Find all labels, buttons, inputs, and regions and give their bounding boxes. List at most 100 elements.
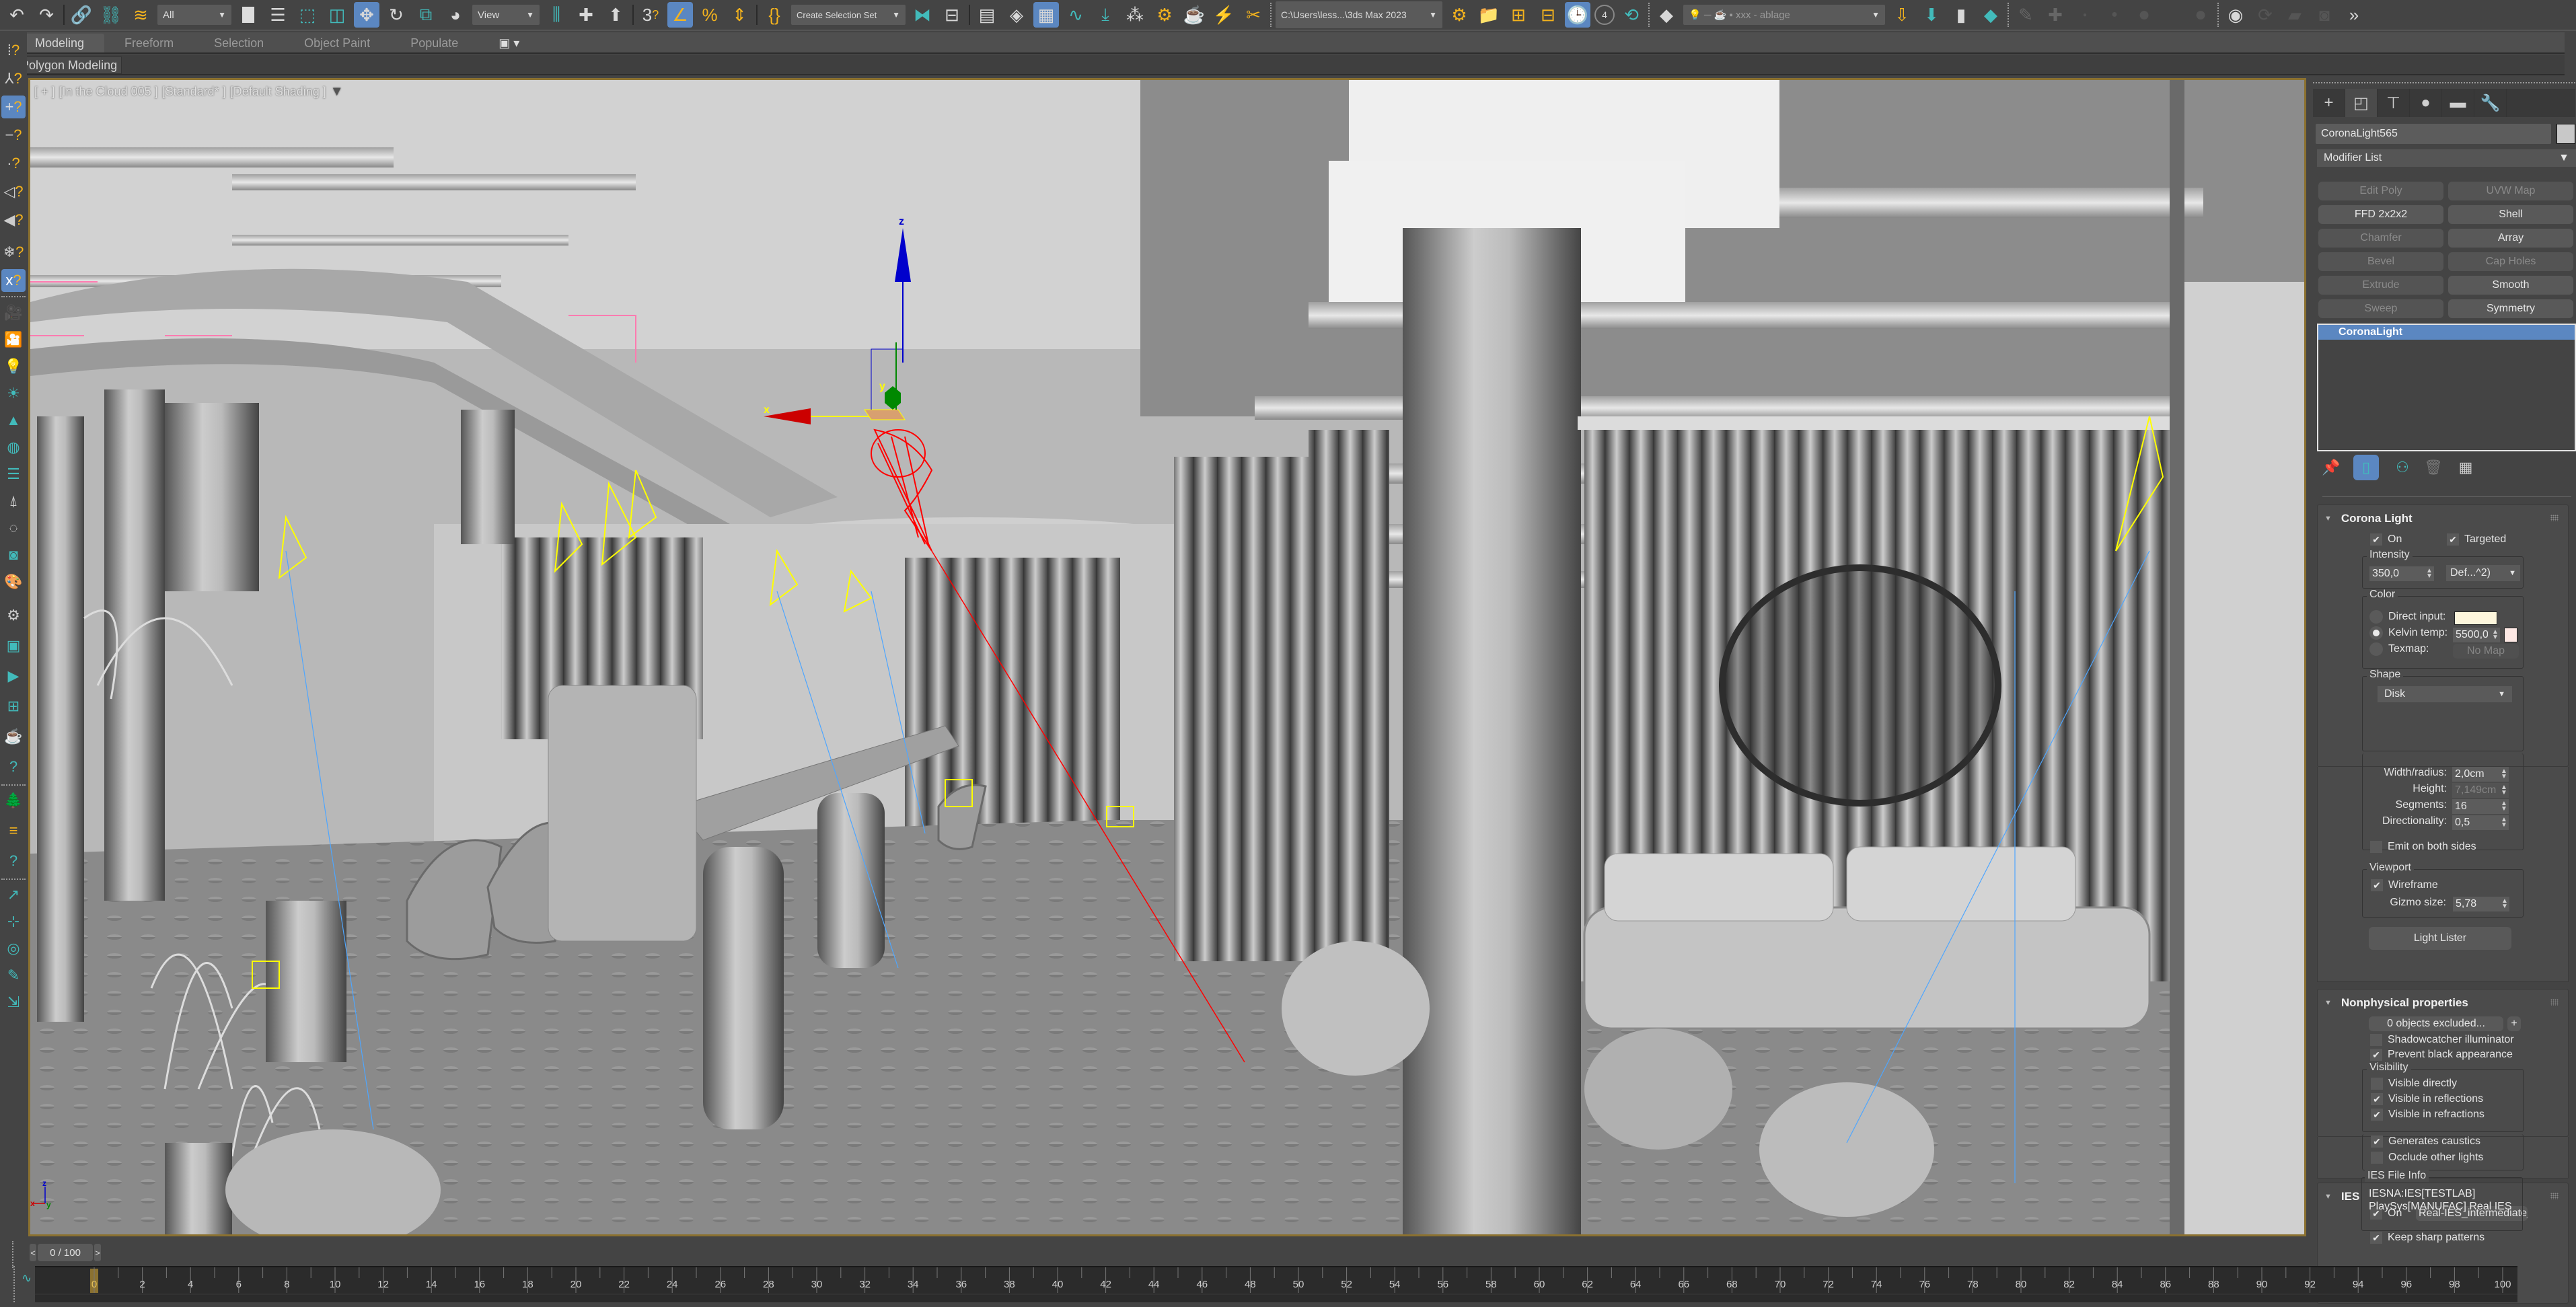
snap-midpoint-icon[interactable]: ·?: [1, 152, 26, 175]
angle-snap-icon[interactable]: ∠: [667, 2, 693, 28]
snaps-toggle-icon[interactable]: 3?: [638, 2, 663, 28]
bevel-button[interactable]: Bevel: [2318, 252, 2443, 271]
prevent-black-checkbox[interactable]: ✔ Prevent black appearance: [2370, 1049, 2513, 1061]
on-checkbox[interactable]: ✔ On: [2370, 533, 2402, 546]
render-production-icon[interactable]: ⚡: [1211, 2, 1237, 28]
instance-icon[interactable]: ◎: [1, 937, 26, 960]
snap-vertex-icon[interactable]: +?: [1, 96, 26, 118]
toggle-ribbon-icon[interactable]: ▦: [1033, 2, 1059, 28]
rollout-grip-icon[interactable]: [2550, 999, 2559, 1006]
rollout-grip-icon[interactable]: [2550, 515, 2559, 521]
configure-modifier-sets-icon[interactable]: ▦: [2453, 455, 2478, 480]
toolbar-overflow-icon[interactable]: »: [2341, 2, 2367, 28]
visible-directly-checkbox[interactable]: Visible directly: [2371, 1078, 2457, 1090]
snap-grid-icon[interactable]: ⁞?: [1, 39, 26, 62]
rendered-frame-window-icon[interactable]: ☕: [1181, 2, 1207, 28]
hierarchy-tab-icon[interactable]: ⊤: [2378, 89, 2410, 117]
ffd-button[interactable]: FFD 2x2x2: [2318, 205, 2443, 224]
select-by-name-icon[interactable]: ☰: [265, 2, 291, 28]
paint-icon[interactable]: ✎: [1, 964, 26, 987]
stack-item-coronalight[interactable]: CoronaLight: [2318, 325, 2575, 340]
visible-refractions-checkbox[interactable]: ✔ Visible in refractions: [2371, 1109, 2485, 1121]
tab-selection[interactable]: Selection: [194, 34, 284, 52]
modify-tab-curve-icon[interactable]: ◰: [2345, 89, 2378, 117]
center-icon[interactable]: ⊹: [1, 910, 26, 933]
slider-drag-handle[interactable]: [12, 1241, 13, 1268]
light-gear-icon[interactable]: ⚙: [1, 604, 26, 627]
project-folder-icon[interactable]: 📁: [1476, 2, 1502, 28]
palette-icon[interactable]: 🎨: [1, 570, 26, 593]
brush-settings-icon[interactable]: ✎: [2013, 2, 2038, 28]
texmap-radio[interactable]: Texmap:: [2369, 642, 2429, 656]
select-layer-objects-icon[interactable]: ⬇: [1919, 2, 1944, 28]
snap-endpoint-icon[interactable]: −?: [1, 124, 26, 147]
sun-icon[interactable]: ☀: [1, 382, 26, 405]
modifier-list-dropdown[interactable]: Modifier List ▼: [2317, 149, 2576, 167]
curve-editor-icon[interactable]: ∿: [1063, 2, 1089, 28]
viewport-shading-menu[interactable]: [Default Shading ]: [230, 85, 326, 99]
toggle-layer-explorer-icon[interactable]: ◈: [1004, 2, 1029, 28]
reference-coord-dropdown[interactable]: View ▼: [472, 5, 540, 25]
directionality-spinner[interactable]: 0,5 ▲ ▼: [2452, 815, 2509, 830]
rollout-header[interactable]: ▼ Corona Light: [2324, 512, 2413, 525]
trackbar[interactable]: 0 2 4 6 8 10 12 14 16 18 20 22 24 26 28 30 32 34 36 38 40 42 4…: [35, 1266, 2517, 1302]
brush-add-icon[interactable]: ✚: [2043, 2, 2068, 28]
utilities-tab-wrench-icon[interactable]: 🔧: [2474, 89, 2507, 117]
redo-icon[interactable]: ↷: [34, 2, 59, 28]
chamfer-button[interactable]: Chamfer: [2318, 229, 2443, 248]
snap-axis-constraint-icon[interactable]: x?: [1, 269, 26, 292]
snap-face-icon[interactable]: ◀?: [1, 209, 26, 231]
spinner-arrows-icon[interactable]: ▲ ▼: [2499, 817, 2509, 829]
percent-snap-icon[interactable]: %: [697, 2, 723, 28]
intensity-spinner[interactable]: 350,0 ▲ ▼: [2369, 566, 2434, 581]
symmetry-button[interactable]: Symmetry: [2448, 299, 2573, 318]
exclude-objects-button[interactable]: 0 objects excluded...: [2369, 1016, 2503, 1031]
kelvin-temp-radio[interactable]: Kelvin temp:: [2369, 626, 2448, 640]
emit-both-sides-checkbox[interactable]: Emit on both sides: [2370, 841, 2476, 853]
undo-icon[interactable]: ↶: [4, 2, 30, 28]
project-settings-icon[interactable]: ⚙: [1446, 2, 1472, 28]
object-color-swatch[interactable]: [2556, 124, 2575, 144]
spinner-arrows-icon[interactable]: ▲ ▼: [2499, 768, 2509, 780]
select-and-place-icon[interactable]: ◕: [443, 2, 468, 28]
curve-editor-mini-icon[interactable]: ∿: [22, 1271, 32, 1285]
tab-object-paint[interactable]: Object Paint: [284, 34, 390, 52]
select-object-icon[interactable]: [235, 2, 261, 28]
snap-pivot-icon[interactable]: ⅄?: [1, 67, 26, 90]
scatter-icon[interactable]: ▲: [1, 409, 26, 432]
help-icon[interactable]: ?: [1, 755, 26, 778]
pin-stack-icon[interactable]: 📌: [2318, 455, 2344, 480]
direct-input-radio[interactable]: Direct input:: [2369, 610, 2445, 624]
snap-edge-icon[interactable]: ◁?: [1, 180, 26, 203]
forest-pack-icon[interactable]: 🌲: [1, 789, 26, 812]
interactive-render-icon[interactable]: ⊞: [1, 695, 26, 718]
add-to-layer-icon[interactable]: ⇩: [1889, 2, 1915, 28]
display-tab-monitor-icon[interactable]: ▬: [2442, 89, 2474, 117]
render-setup-icon[interactable]: ⚙: [1152, 2, 1177, 28]
motion-tab-icon[interactable]: ●: [2410, 89, 2442, 117]
auto-backup-icon[interactable]: 🕒: [1565, 2, 1590, 28]
spinner-arrows-icon[interactable]: ▲ ▼: [2425, 568, 2434, 580]
make-unique-icon[interactable]: ⚇: [2390, 455, 2415, 480]
rollout-header[interactable]: ▼ Nonphysical properties: [2324, 996, 2468, 1010]
generates-caustics-checkbox[interactable]: ✔ Generates caustics: [2371, 1135, 2480, 1148]
project-folder-dropdown[interactable]: C:\Users\less...\3ds Max 2023 ▼: [1276, 1, 1442, 28]
extrude-button[interactable]: Extrude: [2318, 276, 2443, 295]
select-manipulate-icon[interactable]: ✚: [573, 2, 599, 28]
render-region-icon[interactable]: ▶: [1, 665, 26, 687]
edit-named-selection-icon[interactable]: {}: [762, 2, 787, 28]
brush-size-medium-icon[interactable]: ●: [2102, 2, 2127, 28]
forest-icon[interactable]: ⍋: [1, 490, 26, 513]
uvw-map-button[interactable]: UVW Map: [2448, 182, 2573, 200]
shadowcatcher-checkbox[interactable]: Shadowcatcher illuminator: [2370, 1034, 2514, 1046]
ribbon-options-icon[interactable]: ▣ ▾: [478, 34, 540, 52]
viewport-camera-menu[interactable]: [In the Cloud 005 ]: [59, 85, 158, 99]
remove-modifier-icon[interactable]: 🗑: [2421, 455, 2446, 480]
occlude-other-lights-checkbox[interactable]: Occlude other lights: [2371, 1152, 2483, 1164]
edit-poly-button[interactable]: Edit Poly: [2318, 182, 2443, 200]
filter-icon[interactable]: ▼: [330, 84, 344, 100]
select-and-link-icon[interactable]: 🔗: [69, 2, 94, 28]
visible-reflections-checkbox[interactable]: ✔ Visible in reflections: [2371, 1093, 2483, 1105]
unlink-icon[interactable]: ⛓: [98, 2, 124, 28]
frame-buffer-icon[interactable]: ◙: [1, 544, 26, 566]
